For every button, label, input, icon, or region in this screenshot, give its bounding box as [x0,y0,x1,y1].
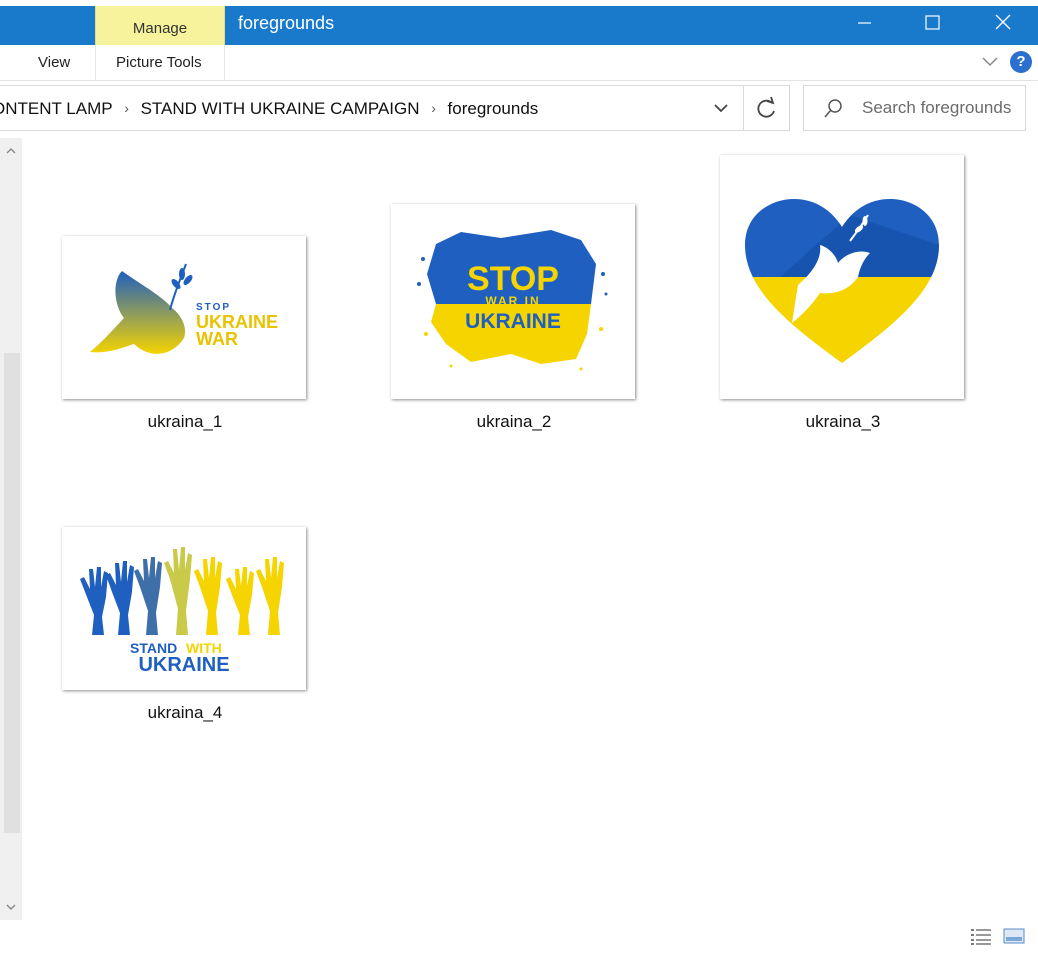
close-icon [995,14,1011,30]
heart-dove-image [745,199,939,363]
thumb-text-ukraine: UKRAINE [138,654,229,676]
title-bar: Manage foregrounds [0,0,1038,45]
raised-hands-image: STAND WITH UKRAINE [80,547,284,676]
thumb-text-ukraine: UKRAINE [465,310,561,333]
tab-picture-tools[interactable]: Picture Tools [116,54,202,71]
address-bar[interactable]: ONTENT LAMP › STAND WITH UKRAINE CAMPAIGN ›… [0,85,790,131]
scroll-down-icon[interactable] [4,900,18,914]
breadcrumb-item[interactable]: ONTENT LAMP [0,99,113,119]
image-thumbnail[interactable] [720,155,964,399]
refresh-button[interactable] [744,86,789,130]
file-name[interactable]: ukraina_1 [62,412,308,432]
scroll-up-icon[interactable] [4,144,18,158]
vertical-scrollbar[interactable] [0,138,22,920]
file-name[interactable]: ukraina_3 [720,412,966,432]
refresh-icon [757,96,775,118]
breadcrumb-separator-icon[interactable]: › [113,100,141,116]
tab-view[interactable]: View [38,54,70,71]
image-thumbnail[interactable]: STAND WITH UKRAINE [62,527,306,690]
file-name[interactable]: ukraina_4 [62,703,308,723]
details-view-button[interactable] [970,927,992,945]
help-icon[interactable]: ? [1010,51,1032,73]
scrollbar-thumb[interactable] [4,353,20,833]
minimize-icon [858,22,871,24]
image-thumbnail[interactable]: STOP WAR IN UKRAINE [391,204,635,399]
dove-stop-war-image: STOP UKRAINE WAR [90,263,278,354]
thumb-text-war: WAR [196,329,238,349]
maximize-icon [925,15,940,30]
breadcrumb-separator-icon[interactable]: › [420,100,448,116]
expand-ribbon-button[interactable] [980,55,1000,69]
breadcrumb-item-current[interactable]: foregrounds [448,99,539,119]
search-input[interactable] [862,98,1025,118]
thumb-text-stop: STOP [467,260,559,298]
file-name[interactable]: ukraina_2 [391,412,637,432]
manage-contextual-tab[interactable]: Manage [95,6,225,45]
maximize-button[interactable] [909,8,955,38]
ribbon-tabs: View Picture Tools ? [0,45,1038,81]
breadcrumb-item[interactable]: STAND WITH UKRAINE CAMPAIGN [141,99,420,119]
thumb-text-war-in: WAR IN [485,294,540,308]
manage-tab-label: Manage [132,20,188,37]
address-history-dropdown[interactable] [705,86,743,130]
search-icon [824,99,842,118]
window-title: foregrounds [238,13,335,33]
details-view-icon [971,929,991,945]
chevron-down-icon [714,104,728,113]
large-icons-view-button[interactable] [1003,928,1025,944]
breadcrumb: ONTENT LAMP › STAND WITH UKRAINE CAMPAIGN ›… [0,99,538,119]
chevron-down-icon [982,57,998,67]
close-button[interactable] [980,8,1026,38]
stop-war-flag-image: STOP WAR IN UKRAINE [417,230,608,371]
large-icons-view-icon [1003,928,1025,944]
minimize-button[interactable] [841,8,887,38]
image-thumbnail[interactable]: STOP UKRAINE WAR [62,236,306,399]
search-box[interactable] [803,85,1026,131]
